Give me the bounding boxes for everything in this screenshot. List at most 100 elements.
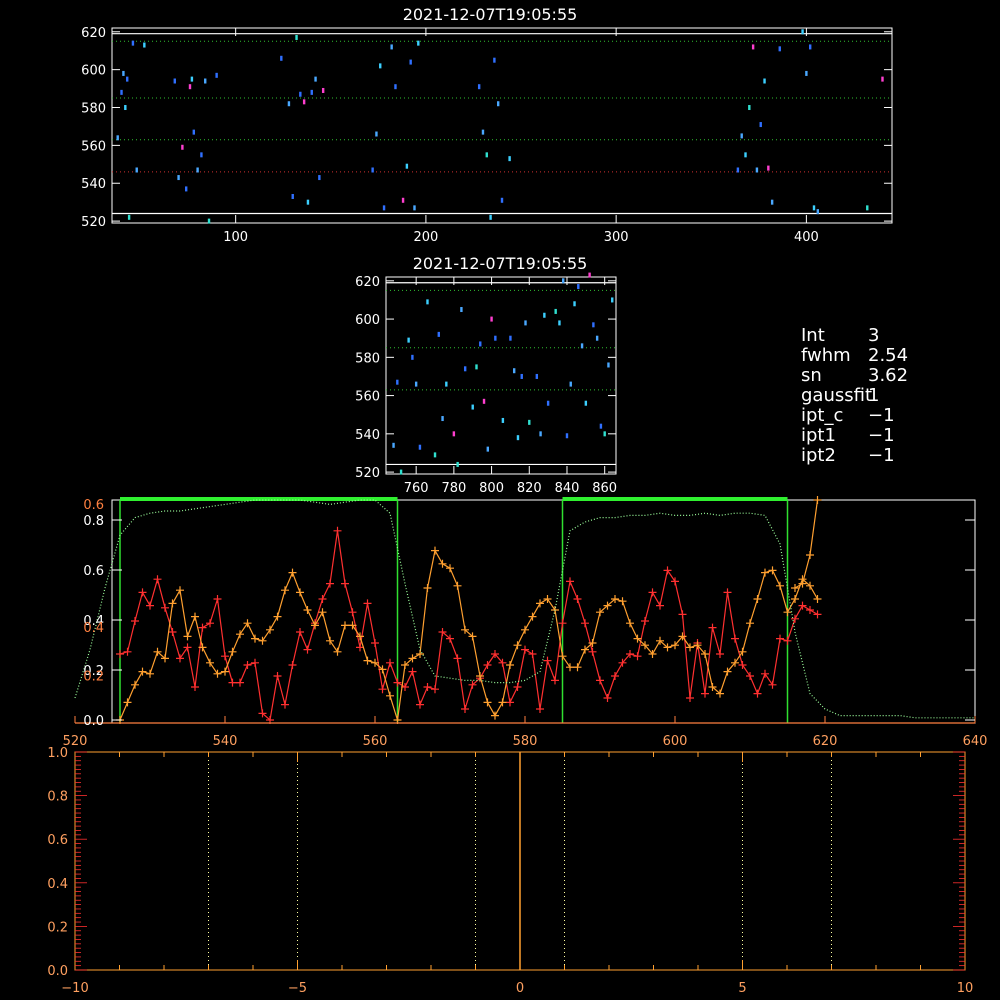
y-tick-label: 0.4 bbox=[47, 877, 68, 892]
scatter-point bbox=[441, 416, 444, 422]
scatter-point bbox=[611, 297, 614, 303]
x-tick-label: 580 bbox=[513, 734, 538, 749]
scatter-point bbox=[184, 186, 188, 192]
y-tick-label-secondary: 0.6 bbox=[83, 498, 104, 513]
x-tick-label: 540 bbox=[213, 734, 238, 749]
scatter-point bbox=[603, 431, 606, 437]
y-tick-label: 620 bbox=[81, 26, 106, 41]
scatter-point bbox=[306, 199, 310, 205]
scatter-point bbox=[390, 44, 393, 50]
scatter-point bbox=[767, 165, 770, 171]
scatter-point bbox=[394, 84, 397, 90]
info-key: Int bbox=[801, 325, 825, 346]
scatter-point bbox=[509, 335, 512, 341]
scatter-point bbox=[501, 417, 505, 423]
scatter-point bbox=[866, 205, 869, 211]
scatter-point bbox=[310, 89, 313, 95]
x-tick-label: 100 bbox=[223, 230, 248, 245]
scatter-point bbox=[736, 167, 740, 173]
x-tick-label: −10 bbox=[61, 981, 88, 996]
scatter-point bbox=[588, 272, 591, 278]
scatter-point bbox=[599, 423, 603, 429]
scatter-point bbox=[573, 301, 576, 307]
scatter-point bbox=[135, 167, 138, 173]
x-tick-label: 640 bbox=[963, 734, 988, 749]
scatter-point bbox=[565, 433, 569, 439]
scatter-point bbox=[805, 70, 808, 76]
scatter-point bbox=[569, 381, 572, 387]
y-tick-label: 0.2 bbox=[47, 920, 68, 935]
panel-2-title: 2021-12-07T19:05:55 bbox=[413, 254, 588, 273]
scatter-point bbox=[562, 278, 565, 284]
y-tick-label: 620 bbox=[355, 275, 380, 290]
info-key: fwhm bbox=[801, 345, 851, 366]
scatter-point bbox=[554, 308, 557, 314]
info-key: sn bbox=[801, 365, 822, 386]
info-value: −1 bbox=[868, 425, 895, 446]
info-key: gaussfit bbox=[801, 385, 872, 406]
scatter-point bbox=[407, 337, 410, 343]
y-tick-label: 0.8 bbox=[47, 790, 68, 805]
scatter-point bbox=[493, 57, 496, 63]
scatter-point bbox=[524, 320, 527, 326]
scatter-point bbox=[414, 381, 418, 387]
x-tick-label: 200 bbox=[413, 230, 438, 245]
scatter-point bbox=[399, 469, 403, 475]
scatter-point bbox=[490, 316, 493, 322]
scatter-point bbox=[479, 341, 482, 347]
scatter-point bbox=[196, 167, 199, 173]
scatter-point bbox=[124, 105, 127, 111]
scatter-point bbox=[392, 442, 395, 448]
info-value: 2.54 bbox=[868, 345, 908, 366]
scatter-point bbox=[299, 91, 302, 97]
scatter-point bbox=[396, 379, 399, 385]
x-tick-label: 560 bbox=[363, 734, 388, 749]
scatter-point bbox=[318, 175, 321, 181]
info-value: −1 bbox=[868, 445, 895, 466]
scatter-point bbox=[592, 322, 595, 328]
scatter-point bbox=[456, 461, 459, 467]
scatter-point bbox=[409, 59, 412, 65]
x-tick-label: 600 bbox=[663, 734, 688, 749]
scatter-point bbox=[379, 63, 382, 69]
scatter-point bbox=[126, 76, 129, 82]
scatter-point bbox=[452, 431, 456, 437]
scatter-point bbox=[445, 381, 448, 387]
info-key: ipt1 bbox=[801, 425, 836, 446]
scatter-point bbox=[778, 46, 781, 52]
scatter-point bbox=[405, 163, 409, 169]
y-tick-label: 520 bbox=[81, 215, 106, 230]
scatter-point bbox=[188, 84, 192, 90]
scatter-point bbox=[382, 205, 386, 211]
scatter-point bbox=[475, 364, 478, 370]
x-tick-label: 840 bbox=[555, 481, 580, 496]
scatter-point bbox=[200, 152, 203, 158]
scatter-point bbox=[371, 167, 374, 173]
scatter-point bbox=[460, 307, 463, 313]
y-tick-label-secondary: 0.4 bbox=[83, 621, 104, 636]
scatter-point bbox=[463, 366, 467, 372]
info-value: 1 bbox=[868, 385, 879, 406]
x-tick-label: 300 bbox=[604, 230, 629, 245]
scatter-point bbox=[207, 218, 211, 224]
x-tick-label: 860 bbox=[592, 481, 617, 496]
scatter-point bbox=[763, 78, 766, 84]
scatter-point bbox=[302, 99, 306, 105]
panel-1-title: 2021-12-07T19:05:55 bbox=[403, 5, 578, 24]
figure: 2021-12-07T19:05:55 100 200 300 40052054056… bbox=[0, 0, 1000, 1000]
scatter-point bbox=[413, 205, 416, 211]
scatter-point bbox=[116, 135, 119, 141]
y-tick-label: 0.6 bbox=[83, 564, 104, 579]
scatter-point bbox=[426, 299, 429, 305]
scatter-point bbox=[314, 76, 317, 82]
x-tick-label: −5 bbox=[288, 981, 307, 996]
scatter-point bbox=[500, 197, 504, 203]
info-value: −1 bbox=[868, 405, 895, 426]
x-tick-label: 620 bbox=[813, 734, 838, 749]
scatter-point bbox=[584, 400, 588, 406]
scatter-point bbox=[489, 214, 492, 220]
scatter-point bbox=[816, 209, 820, 215]
scatter-point bbox=[143, 42, 146, 48]
scatter-point bbox=[486, 446, 490, 452]
scatter-point bbox=[535, 373, 539, 379]
